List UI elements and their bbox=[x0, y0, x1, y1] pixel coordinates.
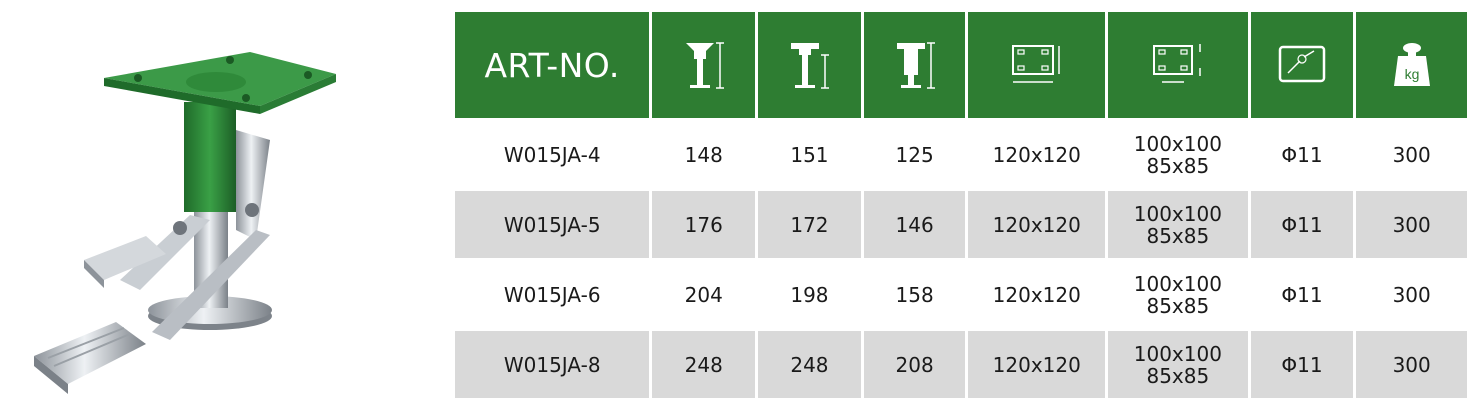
bolt-spacing-b: 85x85 bbox=[1146, 293, 1210, 318]
stem-height-cell: 198 bbox=[790, 282, 829, 307]
load-capacity-icon: kg bbox=[1356, 12, 1467, 118]
stem-height-icon bbox=[758, 12, 861, 118]
bolt-spacing-a: 100x100 bbox=[1133, 341, 1222, 366]
bolt-spacing-b: 85x85 bbox=[1146, 153, 1210, 178]
art-no-cell: W015JA-4 bbox=[503, 142, 601, 167]
bolt-diameter-cell: Φ11 bbox=[1250, 191, 1354, 258]
stem-height-cell: 172 bbox=[758, 191, 861, 258]
bolt-spacing-a: 100x100 bbox=[1133, 131, 1222, 156]
overall-height-icon bbox=[652, 12, 756, 118]
lift-height-cell: 158 bbox=[895, 282, 934, 307]
lift-height-cell: 125 bbox=[895, 142, 934, 167]
stem-height-cell: 151 bbox=[790, 142, 829, 167]
lift-height-icon bbox=[863, 12, 966, 118]
plate-size-cell: 120x120 bbox=[992, 142, 1081, 167]
bolt-hole-spacing-icon bbox=[1108, 12, 1248, 118]
bolt-diameter-cell: Φ11 bbox=[1250, 331, 1354, 398]
load-capacity-cell: 300 bbox=[1392, 142, 1431, 167]
load-capacity-cell: 300 bbox=[1356, 331, 1467, 398]
table-row: W015JA-8 248 248 208 120x120 100x100 85x… bbox=[455, 331, 1467, 398]
bolt-diameter-cell: Φ11 bbox=[1281, 142, 1323, 167]
bolt-hole-diameter-icon bbox=[1250, 12, 1354, 118]
plate-size-cell: 120x120 bbox=[968, 191, 1106, 258]
plate-size-cell: 120x120 bbox=[992, 282, 1081, 307]
art-no-cell: W015JA-5 bbox=[455, 191, 650, 258]
overall-height-cell: 176 bbox=[652, 191, 756, 258]
load-capacity-cell: 300 bbox=[1392, 282, 1431, 307]
plate-size-cell: 120x120 bbox=[968, 331, 1106, 398]
bolt-diameter-cell: Φ11 bbox=[1281, 282, 1323, 307]
bolt-spacing-cell: 100x100 85x85 bbox=[1108, 331, 1248, 398]
table-row: W015JA-5 176 172 146 120x120 100x100 85x… bbox=[455, 191, 1467, 258]
bolt-spacing-b: 85x85 bbox=[1146, 363, 1210, 388]
art-no-cell: W015JA-6 bbox=[503, 282, 601, 307]
stem-height-cell: 248 bbox=[758, 331, 861, 398]
overall-height-cell: 204 bbox=[684, 282, 723, 307]
bolt-spacing-cell: 100x100 85x85 bbox=[1108, 261, 1248, 328]
bolt-spacing-a: 100x100 bbox=[1133, 271, 1222, 296]
lift-height-cell: 208 bbox=[863, 331, 966, 398]
art-no-cell: W015JA-8 bbox=[455, 331, 650, 398]
table-row: W015JA-6 204 198 158 120x120 100x100 85x… bbox=[455, 261, 1467, 328]
bolt-spacing-cell: 100x100 85x85 bbox=[1108, 121, 1248, 188]
plate-size-icon bbox=[968, 12, 1106, 118]
floor-lock-product-image bbox=[20, 40, 350, 410]
bolt-spacing-cell: 100x100 85x85 bbox=[1108, 191, 1248, 258]
bolt-spacing-b: 85x85 bbox=[1146, 223, 1210, 248]
overall-height-cell: 248 bbox=[652, 331, 756, 398]
table-row: W015JA-4 148 151 125 120x120 100x100 85x… bbox=[455, 121, 1467, 188]
lift-height-cell: 146 bbox=[863, 191, 966, 258]
table-header-row: ART-NO. kg bbox=[455, 12, 1467, 118]
load-capacity-cell: 300 bbox=[1356, 191, 1467, 258]
load-unit-label: kg bbox=[1404, 66, 1419, 82]
art-no-header: ART-NO. bbox=[455, 12, 650, 118]
spec-table: ART-NO. kg W015JA-4 148 151 125 120x120 … bbox=[455, 12, 1467, 401]
overall-height-cell: 148 bbox=[684, 142, 723, 167]
bolt-spacing-a: 100x100 bbox=[1133, 201, 1222, 226]
